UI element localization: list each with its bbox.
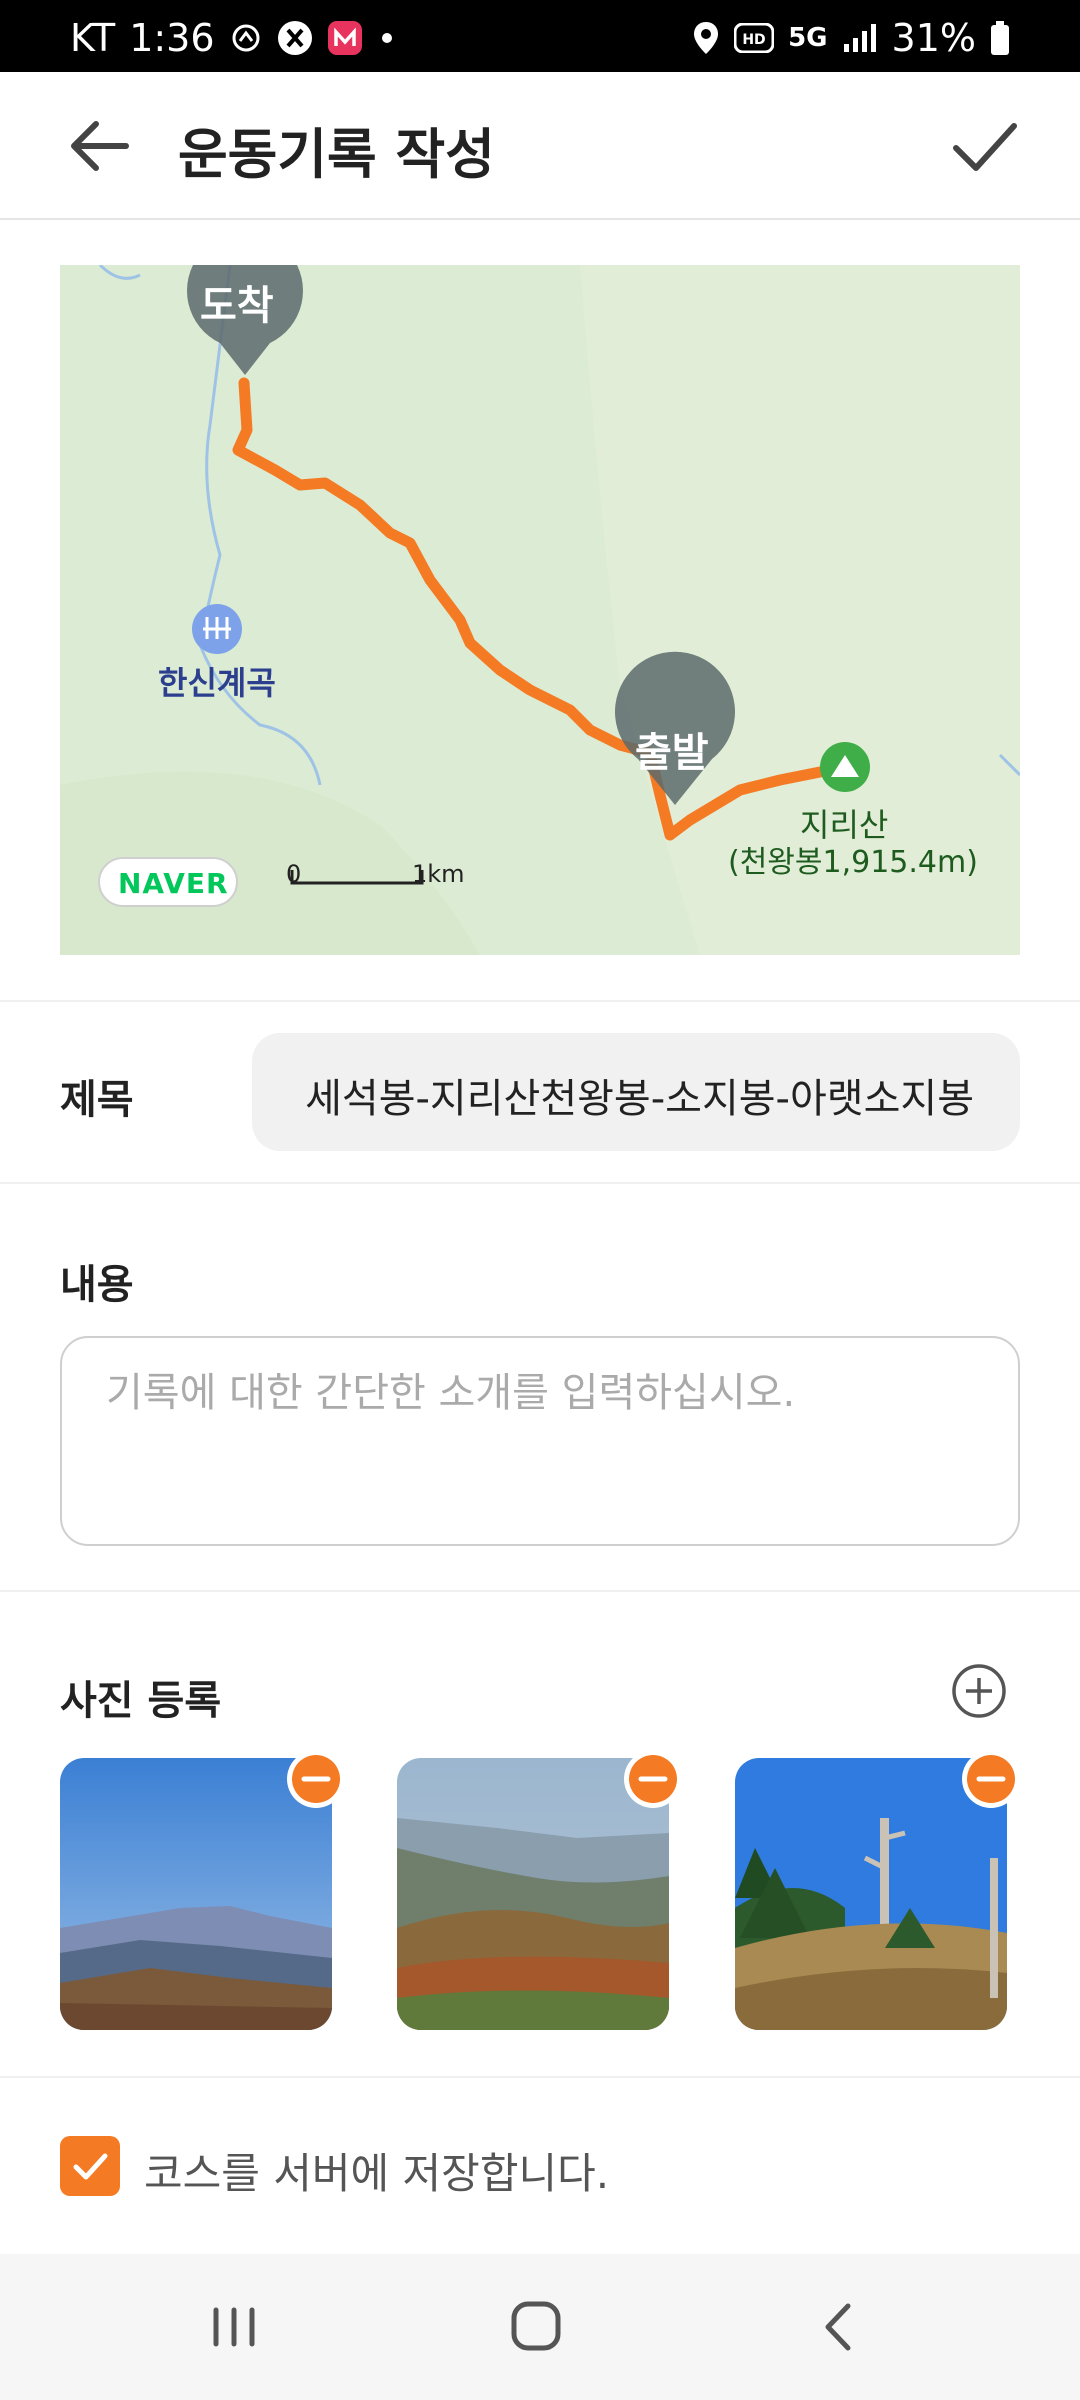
m-app-icon bbox=[327, 21, 362, 55]
naver-logo-text: NAVER bbox=[118, 867, 229, 900]
battery-percent-text: 31% bbox=[891, 16, 976, 60]
status-bar: KT 1:36 HD 5G 31% bbox=[0, 0, 1080, 72]
divider bbox=[0, 1182, 1080, 1184]
svg-text:HD: HD bbox=[742, 32, 765, 48]
photos-label: 사진 등록 bbox=[60, 1678, 222, 1724]
remove-photo-icon[interactable] bbox=[960, 1748, 1022, 1810]
clock-text: 1:36 bbox=[129, 16, 215, 60]
naver-logo: NAVER bbox=[98, 857, 238, 907]
home-icon[interactable] bbox=[496, 2292, 576, 2362]
start-label: 출발 bbox=[635, 730, 709, 776]
divider bbox=[0, 2076, 1080, 2078]
dot-icon bbox=[381, 33, 392, 43]
battery-icon bbox=[991, 21, 1009, 55]
recent-apps-icon[interactable] bbox=[194, 2292, 274, 2362]
network-type-text: 5G bbox=[788, 23, 828, 53]
title-input[interactable]: 세석봉-지리산천왕봉-소지봉-아랫소지봉 bbox=[252, 1033, 1020, 1151]
title-input-value: 세석봉-지리산천왕봉-소지봉-아랫소지봉 bbox=[305, 1076, 974, 1122]
arrival-label: 도착 bbox=[200, 283, 274, 329]
mountain-peak-icon bbox=[820, 742, 870, 792]
scale-zero-text: 0 bbox=[286, 860, 302, 888]
app-bar: 운동기록 작성 bbox=[0, 72, 1080, 220]
valley-label: 한신계곡 bbox=[158, 664, 276, 702]
peak-label-line2: (천왕봉1,915.4m) bbox=[728, 845, 978, 880]
content-label: 내용 bbox=[60, 1262, 134, 1308]
save-course-checkbox[interactable] bbox=[60, 2136, 120, 2196]
remove-photo-icon[interactable] bbox=[622, 1748, 684, 1810]
carrier-text: KT bbox=[70, 16, 116, 60]
divider bbox=[0, 1590, 1080, 1592]
checkmark-icon bbox=[73, 2153, 108, 2180]
system-nav-bar bbox=[0, 2254, 1080, 2400]
x-app-icon bbox=[277, 21, 312, 55]
valley-icon bbox=[192, 604, 242, 654]
hd-icon: HD bbox=[734, 23, 775, 53]
content-placeholder: 기록에 대한 간단한 소개를 입력하십시오. bbox=[106, 1370, 796, 1416]
divider bbox=[0, 1000, 1080, 1002]
location-icon bbox=[694, 22, 719, 54]
page-title: 운동기록 작성 bbox=[178, 123, 495, 186]
content-textarea[interactable]: 기록에 대한 간단한 소개를 입력하십시오. bbox=[60, 1336, 1020, 1546]
scale-unit-text: 1km bbox=[412, 860, 465, 888]
walk-icon bbox=[232, 24, 260, 52]
save-course-label: 코스를 서버에 저장합니다. bbox=[144, 2149, 610, 2198]
add-photo-icon[interactable] bbox=[950, 1662, 1008, 1720]
route-map[interactable]: 도착 출발 한신계곡 지리산 (천왕봉1,915.4m) NAVER 0 1km bbox=[60, 265, 1020, 955]
title-label: 제목 bbox=[60, 1077, 134, 1123]
back-nav-icon[interactable] bbox=[800, 2292, 880, 2362]
checkmark-icon[interactable] bbox=[944, 106, 1024, 186]
back-arrow-icon[interactable] bbox=[60, 110, 140, 182]
signal-icon bbox=[843, 24, 876, 52]
remove-photo-icon[interactable] bbox=[285, 1748, 347, 1810]
